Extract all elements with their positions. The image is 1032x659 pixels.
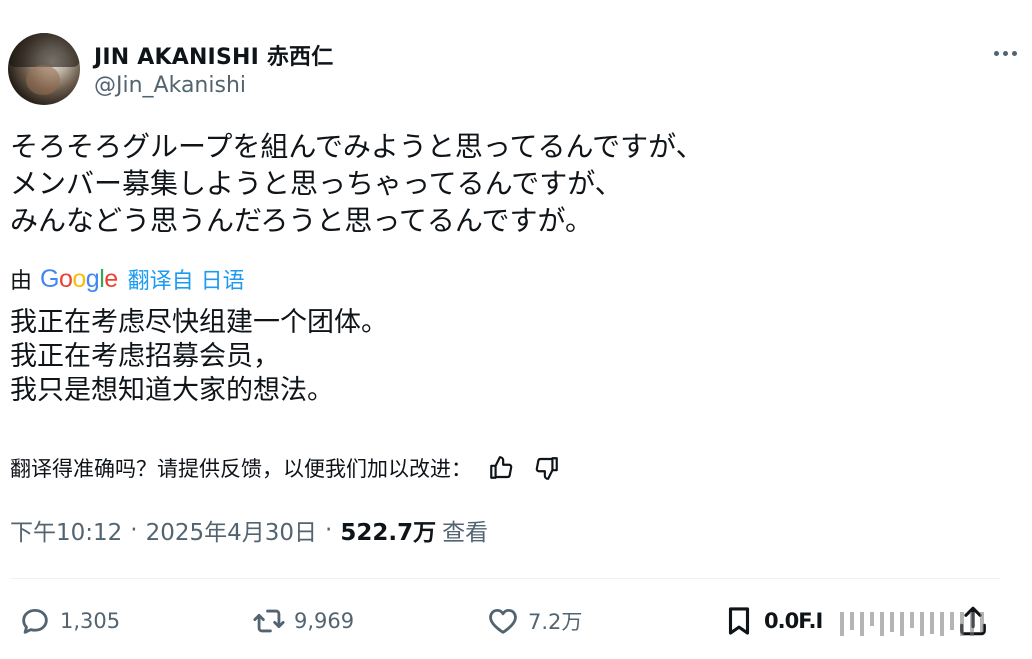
thumbs-down-icon [535,457,558,480]
like-icon [489,608,517,634]
original-line: そろそろグループを組んでみようと思ってるんですが、 [10,130,704,163]
translation-feedback: 翻译得准确吗？请提供反馈，以便我们加以改进： [10,450,564,486]
reply-button[interactable]: 1,305 [18,598,120,644]
repost-icon [253,609,285,633]
original-line: みんなどう思うんだろうと思ってるんですが。 [10,204,593,237]
thumbs-up-icon [490,456,513,479]
thumbs-down-button[interactable] [530,451,564,485]
repost-button[interactable]: 9,969 [252,598,354,644]
author-handle[interactable]: @Jin_Akanishi [94,73,246,98]
like-count: 7.2万 [528,610,583,634]
avatar-hair [8,33,80,67]
tweet-header: JIN AKANISHI 赤西仁 @Jin_Akanishi [8,33,1024,109]
tweet-date[interactable]: 2025年4月30日 [146,513,317,547]
feedback-prompt: 翻译得准确吗？请提供反馈，以便我们加以改进： [10,457,472,481]
tweet-translation: 我正在考虑尽快组建一个团体。 我正在考虑招募会员， 我只是想知道大家的想法。 [10,306,1010,408]
translation-attribution: 由 Google 翻译自 日语 [10,262,245,296]
views-count[interactable]: 522.7万 [340,513,436,547]
watermark-barcode [840,612,1032,638]
google-logo: Google [40,264,118,293]
tweet-meta: 下午10:12 · 2025年4月30日 · 522.7万 查看 [10,512,488,548]
tweet-original-text: そろそろグループを組んでみようと思ってるんですが、 メンバー募集しようと思っちゃ… [10,128,1010,239]
translated-line: 我只是想知道大家的想法。 [10,375,334,406]
tweet-time[interactable]: 下午10:12 [10,513,122,547]
original-line: メンバー募集しようと思っちゃってるんですが、 [10,167,623,200]
bookmark-count: 0.0F.I [764,609,823,633]
divider [10,578,1000,579]
meta-separator: · [130,517,138,543]
avatar-face [26,65,60,95]
translated-by-prefix: 由 [10,269,33,294]
author-display-name[interactable]: JIN AKANISHI 赤西仁 [94,39,333,71]
repost-count: 9,969 [294,609,355,633]
bookmark-button[interactable]: 0.0F.I [722,598,823,644]
more-icon [993,50,999,56]
avatar[interactable] [8,33,80,105]
reply-count: 1,305 [60,609,121,633]
like-button[interactable]: 7.2万 [486,598,582,644]
views-label[interactable]: 查看 [442,513,488,547]
translated-line: 我正在考虑招募会员， [10,341,280,372]
more-options-button[interactable] [988,39,1022,67]
translate-source-link[interactable]: 翻译自 日语 [128,263,245,295]
reply-icon [22,608,48,634]
translated-line: 我正在考虑尽快组建一个团体。 [10,307,388,338]
meta-separator: · [325,517,333,543]
thumbs-up-button[interactable] [484,451,518,485]
bookmark-icon [728,607,750,635]
